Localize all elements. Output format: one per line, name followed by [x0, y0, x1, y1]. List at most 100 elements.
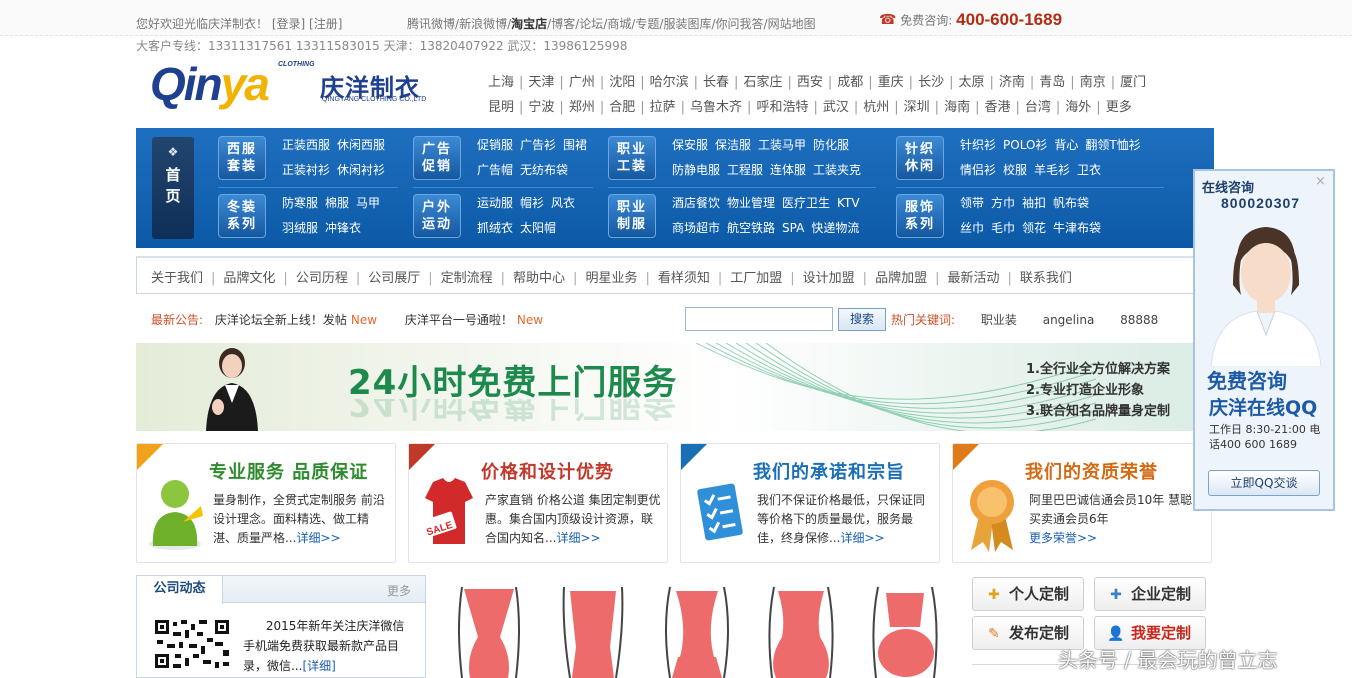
category-link[interactable]: 连体服: [770, 163, 806, 177]
category-link[interactable]: 卫衣: [1077, 163, 1101, 177]
news-more-link[interactable]: 更多: [387, 582, 411, 599]
category-link[interactable]: 冲锋衣: [325, 221, 361, 235]
category-badge-0[interactable]: 西服 套装: [218, 136, 266, 180]
top-link-blog[interactable]: 博客: [551, 17, 575, 31]
login-link[interactable]: [登录]: [272, 17, 305, 31]
city-link[interactable]: 海南: [944, 95, 970, 120]
category-badge-6[interactable]: 职业 制服: [608, 194, 656, 238]
city-link[interactable]: 武汉: [823, 95, 849, 120]
detail-link[interactable]: 详细>>: [556, 531, 600, 545]
qq-chat-button[interactable]: 立即QQ交谈: [1208, 470, 1320, 496]
city-link[interactable]: 济南: [999, 70, 1025, 95]
city-link[interactable]: 西安: [797, 70, 823, 95]
city-link[interactable]: 青岛: [1039, 70, 1065, 95]
nav-item-11[interactable]: 最新活动: [947, 267, 999, 286]
nav-item-8[interactable]: 工厂加盟: [730, 267, 782, 286]
nav-item-7[interactable]: 看样须知: [658, 267, 710, 286]
city-link[interactable]: 宁波: [528, 95, 554, 120]
city-link[interactable]: 广州: [569, 70, 595, 95]
category-link[interactable]: 休闲衬衫: [337, 163, 385, 177]
category-link[interactable]: 工程服: [727, 163, 763, 177]
top-link-taobao[interactable]: 淘宝店: [511, 17, 547, 31]
nav-item-9[interactable]: 设计加盟: [803, 267, 855, 286]
category-link[interactable]: 领花: [1022, 221, 1046, 235]
enterprise-custom-button[interactable]: ✚ 企业定制: [1094, 577, 1206, 611]
category-link[interactable]: 丝巾: [960, 221, 984, 235]
service-banner[interactable]: 24小时免费上门服务 24小时免费上门服务 1.全行业全方位解决方案 2.专业打…: [136, 343, 1214, 431]
category-link[interactable]: 校服: [1003, 163, 1027, 177]
top-link-sina-weibo[interactable]: 新浪微博: [459, 17, 507, 31]
nav-item-6[interactable]: 明星业务: [585, 267, 637, 286]
hot-keyword[interactable]: 88888: [1120, 313, 1158, 327]
category-link[interactable]: 保洁服: [715, 138, 751, 152]
nav-item-10[interactable]: 品牌加盟: [875, 267, 927, 286]
detail-link[interactable]: 详细>>: [840, 531, 884, 545]
category-link[interactable]: 休闲西服: [337, 138, 385, 152]
city-link[interactable]: 厦门: [1120, 70, 1146, 95]
category-link[interactable]: 情侣衫: [960, 163, 996, 177]
category-link[interactable]: 棉服: [325, 196, 349, 210]
body-shape-figure[interactable]: [760, 577, 842, 678]
nav-item-4[interactable]: 定制流程: [441, 267, 493, 286]
site-logo[interactable]: Qinya CLOTHING 庆洋制衣 QINGYANG CLOTHING CO…: [150, 58, 435, 110]
city-link[interactable]: 更多: [1106, 95, 1132, 120]
category-badge-5[interactable]: 户外 运动: [413, 194, 461, 238]
body-shape-figure[interactable]: [864, 577, 946, 678]
nav-item-1[interactable]: 品牌文化: [223, 267, 275, 286]
category-badge-3[interactable]: 针织 休闲: [896, 136, 944, 180]
category-link[interactable]: 广告衫: [520, 138, 556, 152]
category-link[interactable]: 袖扣: [1022, 196, 1046, 210]
category-link[interactable]: 正装衬衫: [282, 163, 330, 177]
category-link[interactable]: 快递物流: [811, 221, 859, 235]
city-link[interactable]: 杭州: [863, 95, 889, 120]
category-link[interactable]: 羽绒服: [282, 221, 318, 235]
body-shape-figure[interactable]: [448, 577, 530, 678]
top-link-tencent-weibo[interactable]: 腾讯微博: [407, 17, 455, 31]
category-link[interactable]: 防静电服: [672, 163, 720, 177]
register-link[interactable]: [注册]: [309, 17, 342, 31]
category-link[interactable]: 马甲: [356, 196, 380, 210]
nav-item-12[interactable]: 联系我们: [1020, 267, 1072, 286]
notice-item-2[interactable]: 庆洋平台一号通啦！: [405, 313, 513, 327]
category-link[interactable]: 翻领T恤衫: [1085, 138, 1140, 152]
hot-keyword[interactable]: angelina: [1043, 313, 1095, 327]
category-link[interactable]: 毛巾: [991, 221, 1015, 235]
category-link[interactable]: 抓绒衣: [477, 221, 513, 235]
category-link[interactable]: 帆布袋: [1053, 196, 1089, 210]
category-link[interactable]: 围裙: [563, 138, 587, 152]
city-link[interactable]: 昆明: [488, 95, 514, 120]
home-button[interactable]: ❖ 首页: [152, 137, 194, 239]
category-link[interactable]: 羊毛衫: [1034, 163, 1070, 177]
category-link[interactable]: 促销服: [477, 138, 513, 152]
more-honors-link[interactable]: 更多荣誉>>: [1029, 531, 1097, 545]
category-link[interactable]: 正装西服: [282, 138, 330, 152]
city-link[interactable]: 哈尔滨: [650, 70, 689, 95]
city-link[interactable]: 深圳: [904, 95, 930, 120]
body-shape-figure[interactable]: [552, 577, 634, 678]
city-link[interactable]: 重庆: [878, 70, 904, 95]
city-link[interactable]: 天津: [528, 70, 554, 95]
top-link-topics[interactable]: 专题: [635, 17, 659, 31]
city-link[interactable]: 台湾: [1025, 95, 1051, 120]
category-link[interactable]: 针织衫: [960, 138, 996, 152]
tab-company-news[interactable]: 公司动态: [137, 576, 223, 604]
category-badge-1[interactable]: 广告 促销: [413, 136, 461, 180]
category-link[interactable]: SPA: [782, 221, 804, 235]
city-link[interactable]: 乌鲁木齐: [690, 95, 742, 120]
city-link[interactable]: 合肥: [609, 95, 635, 120]
category-badge-4[interactable]: 冬装 系列: [218, 194, 266, 238]
category-link[interactable]: 商场超市: [672, 221, 720, 235]
city-link[interactable]: 太原: [958, 70, 984, 95]
city-link[interactable]: 南京: [1080, 70, 1106, 95]
search-input[interactable]: [685, 307, 833, 331]
close-icon[interactable]: ×: [1315, 174, 1326, 189]
top-link-sitemap[interactable]: 网站地图: [768, 17, 816, 31]
category-link[interactable]: KTV: [837, 196, 859, 210]
news-detail-link[interactable]: [详细]: [302, 659, 335, 673]
hot-keyword[interactable]: 职业装: [981, 313, 1017, 327]
nav-item-0[interactable]: 关于我们: [151, 267, 203, 286]
notice-item-1[interactable]: 庆洋论坛全新上线！发帖: [215, 313, 347, 327]
detail-link[interactable]: 详细>>: [296, 531, 340, 545]
category-link[interactable]: POLO衫: [1003, 138, 1047, 152]
category-link[interactable]: 工装夹克: [813, 163, 861, 177]
